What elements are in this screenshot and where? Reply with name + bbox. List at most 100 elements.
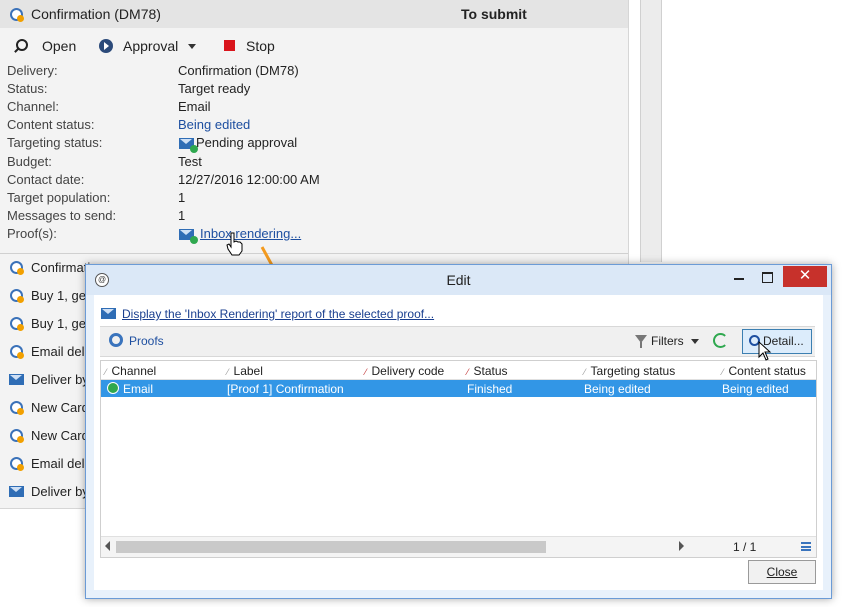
approval-icon xyxy=(99,39,113,53)
detail-value: 12/27/2016 12:00:00 AM xyxy=(178,172,320,187)
stop-button[interactable]: Stop xyxy=(222,36,282,56)
detail-value: Test xyxy=(178,154,202,169)
approval-button-label: Approval xyxy=(123,38,179,54)
detail-label: Proof(s): xyxy=(7,226,57,241)
column-header-targeting-status[interactable]: ⁄ Targeting status xyxy=(584,364,675,378)
open-button-label: Open xyxy=(42,38,77,54)
list-item-label: New Card xyxy=(31,400,89,415)
list-item-label: New Card xyxy=(31,428,89,443)
column-header-channel[interactable]: ⁄ Channel xyxy=(105,364,156,378)
status-ok-icon xyxy=(107,382,119,394)
proofs-tab[interactable]: Proofs xyxy=(129,334,164,348)
stop-button-label: Stop xyxy=(246,38,275,54)
divider xyxy=(0,253,628,254)
grid-header: ⁄ Channel ⁄ Label ⁄ Delivery code ⁄ Status ⁄… xyxy=(101,361,816,380)
delivery-icon xyxy=(10,429,24,443)
list-item[interactable]: Deliver by xyxy=(0,366,89,394)
list-item-label: Email deli xyxy=(31,456,88,471)
maximize-button[interactable] xyxy=(762,272,773,283)
detail-value: Pending approval xyxy=(196,135,298,150)
panel-header-title: Confirmation (DM78) xyxy=(31,6,161,22)
close-window-button[interactable]: ✕ xyxy=(783,266,827,287)
detail-label: Channel: xyxy=(7,99,60,114)
delivery-icon xyxy=(10,8,24,22)
close-button[interactable]: Close xyxy=(748,560,816,584)
minimize-button[interactable] xyxy=(734,278,744,280)
list-item-label: Buy 1, ge xyxy=(31,288,86,303)
delivery-icon xyxy=(10,401,24,415)
chevron-down-icon[interactable] xyxy=(691,339,699,344)
detail-label: Target population: xyxy=(7,190,111,205)
vertical-scrollbar[interactable] xyxy=(640,0,662,262)
detail-button[interactable]: Detail... xyxy=(742,329,812,354)
open-button[interactable]: Open xyxy=(12,36,82,56)
list-item[interactable]: New Card xyxy=(0,394,89,422)
cell-status: Finished xyxy=(467,382,513,396)
panel-header[interactable]: Confirmation (DM78) To submit xyxy=(0,0,628,28)
detail-value: 1 xyxy=(178,208,186,223)
inbox-rendering-report-link[interactable]: Display the 'Inbox Rendering' report of … xyxy=(122,307,434,321)
panel-header-status: To submit xyxy=(461,6,527,22)
scrollbar-thumb[interactable] xyxy=(116,541,546,553)
list-item[interactable]: New Card xyxy=(0,422,89,450)
filter-icon xyxy=(635,335,647,348)
delivery-icon xyxy=(10,317,24,331)
detail-value: Confirmation (DM78) xyxy=(178,63,299,78)
list-item-label: Deliver by xyxy=(31,484,89,499)
detail-label: Messages to send: xyxy=(7,208,117,223)
dialog-titlebar[interactable]: @ Edit ✕ xyxy=(86,265,831,295)
mail-icon xyxy=(101,308,116,319)
detail-label: Content status: xyxy=(7,117,95,132)
inbox-rendering-link[interactable]: Inbox rendering... xyxy=(200,226,301,241)
delivery-icon xyxy=(10,289,24,303)
pager-count: 1 / 1 xyxy=(733,540,757,554)
mail-icon xyxy=(9,374,24,385)
list-item-label: Deliver by xyxy=(31,372,89,387)
column-header-delivery-code[interactable]: ⁄ Delivery code xyxy=(365,364,444,378)
detail-label: Targeting status: xyxy=(7,135,103,150)
proofs-icon xyxy=(109,333,123,347)
list-item[interactable]: Email deli xyxy=(0,338,88,366)
list-item-label: Buy 1, ge xyxy=(31,316,86,331)
detail-value: Being edited xyxy=(178,117,251,132)
delivery-icon xyxy=(10,457,24,471)
magnifier-icon xyxy=(16,39,28,51)
delivery-icon xyxy=(10,261,24,275)
detail-label: Contact date: xyxy=(7,172,85,187)
list-item-label: Email deli xyxy=(31,344,88,359)
cell-content-status: Being edited xyxy=(722,382,789,396)
scroll-left-icon[interactable] xyxy=(105,541,110,551)
mail-icon xyxy=(9,486,24,497)
list-item[interactable]: Deliver by xyxy=(0,478,89,506)
column-header-label[interactable]: ⁄ Label xyxy=(227,364,263,378)
filters-button[interactable]: Filters xyxy=(651,334,684,348)
column-header-status[interactable]: ⁄ Status xyxy=(467,364,508,378)
scroll-right-icon[interactable] xyxy=(679,541,684,551)
detail-value: 1 xyxy=(178,190,186,205)
mail-approved-icon xyxy=(179,138,198,153)
detail-label: Delivery: xyxy=(7,63,58,78)
list-item[interactable]: Buy 1, ge xyxy=(0,310,86,338)
horizontal-scrollbar[interactable]: 1 / 1 xyxy=(101,536,816,557)
stop-icon xyxy=(224,40,235,51)
detail-value: Email xyxy=(178,99,211,114)
table-row[interactable]: Email [Proof 1] Confirmation Finished Be… xyxy=(101,380,816,397)
cell-label: [Proof 1] Confirmation xyxy=(227,382,344,396)
proofs-grid: ⁄ Channel ⁄ Label ⁄ Delivery code ⁄ Status ⁄… xyxy=(100,360,817,558)
approval-button[interactable]: Approval xyxy=(98,36,198,56)
detail-label: Budget: xyxy=(7,154,52,169)
list-item[interactable]: Confirmatio xyxy=(0,254,97,282)
chevron-down-icon xyxy=(188,44,196,49)
list-item[interactable]: Buy 1, ge xyxy=(0,282,86,310)
column-header-content-status[interactable]: ⁄ Content status xyxy=(722,364,806,378)
detail-value: Target ready xyxy=(178,81,251,96)
cell-targeting-status: Being edited xyxy=(584,382,651,396)
cell-channel: Email xyxy=(123,382,154,396)
proofs-toolbar: Proofs Filters Detail... xyxy=(100,326,815,357)
hand-cursor-icon xyxy=(226,232,243,256)
dialog-title: Edit xyxy=(446,272,471,288)
menu-icon[interactable] xyxy=(801,542,811,551)
list-item[interactable]: Email deli xyxy=(0,450,88,478)
refresh-icon[interactable] xyxy=(713,333,728,348)
pointer-cursor-icon xyxy=(758,341,772,361)
